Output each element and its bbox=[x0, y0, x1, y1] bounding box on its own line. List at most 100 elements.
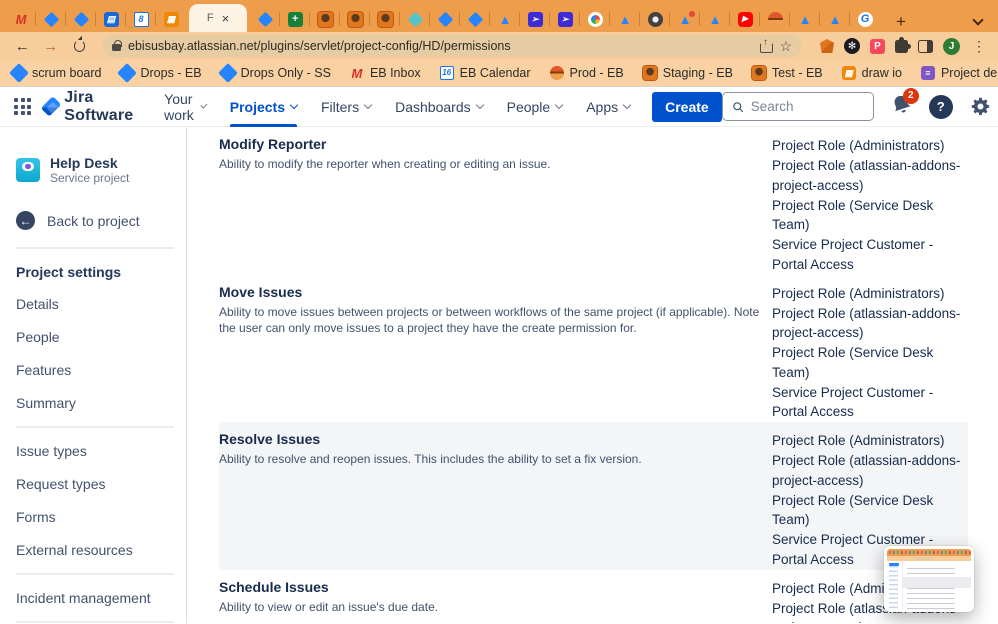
bookmark-star-icon[interactable]: ☆ bbox=[779, 38, 792, 55]
sidebar-item[interactable]: External resources bbox=[16, 533, 170, 566]
bookmark-item[interactable]: Test - EB bbox=[750, 65, 823, 81]
browser-tab[interactable] bbox=[819, 6, 850, 32]
sidebar-item[interactable]: Summary bbox=[16, 386, 170, 419]
browser-tab[interactable] bbox=[339, 6, 370, 32]
bookmark-item[interactable]: Prod - EB bbox=[549, 66, 624, 80]
nav-item-label: Apps bbox=[586, 98, 619, 115]
new-tab-button[interactable]: + bbox=[890, 12, 912, 32]
browser-tab[interactable] bbox=[759, 6, 790, 32]
browser-menu-icon[interactable]: ⋮ bbox=[972, 38, 986, 55]
create-button[interactable]: Create bbox=[652, 91, 722, 122]
bookmark-favicon bbox=[217, 63, 238, 83]
screenshot-preview-popup[interactable] bbox=[884, 546, 974, 612]
bookmark-item[interactable]: EB Calendar bbox=[439, 66, 531, 80]
project-header[interactable]: Help Desk Service project bbox=[16, 155, 170, 185]
browser-tab[interactable] bbox=[489, 6, 520, 32]
browser-tab[interactable] bbox=[639, 6, 670, 32]
bookmark-item[interactable]: draw io bbox=[841, 66, 902, 80]
permission-row[interactable]: Schedule Issues Ability to view or edit … bbox=[219, 570, 968, 624]
extension-snowflake-icon[interactable] bbox=[844, 38, 861, 54]
nav-item-label: Projects bbox=[229, 98, 285, 115]
bookmark-item[interactable]: Drops - EB bbox=[117, 63, 202, 83]
sidebar-item[interactable]: Incident management bbox=[16, 581, 170, 614]
bookmark-label: EB Inbox bbox=[369, 66, 421, 80]
metamask-icon[interactable] bbox=[820, 39, 835, 53]
nav-item[interactable]: Apps bbox=[586, 87, 632, 127]
sidebar-item[interactable]: Forms bbox=[16, 500, 170, 533]
bookmark-item[interactable]: Project deliverabl... bbox=[920, 66, 998, 80]
project-name: Help Desk bbox=[50, 155, 118, 171]
help-button[interactable]: ? bbox=[928, 94, 953, 119]
browser-tab[interactable] bbox=[6, 6, 36, 32]
permission-row[interactable]: Resolve Issues Ability to resolve and re… bbox=[219, 422, 968, 570]
settings-gear-icon[interactable] bbox=[970, 96, 991, 117]
jira-header: Jira Software Your work Projects Filters… bbox=[0, 87, 998, 127]
side-panel-icon[interactable] bbox=[918, 39, 934, 53]
browser-tab[interactable] bbox=[699, 6, 730, 32]
back-to-project[interactable]: ← Back to project bbox=[16, 211, 170, 231]
browser-tab[interactable] bbox=[279, 6, 310, 32]
jira-logo[interactable]: Jira Software bbox=[40, 89, 138, 125]
nav-item[interactable]: Filters bbox=[321, 87, 373, 127]
browser-tab[interactable] bbox=[549, 6, 580, 32]
browser-tab[interactable] bbox=[95, 6, 126, 32]
tab-favicon bbox=[103, 11, 119, 27]
bookmark-item[interactable]: scrum board bbox=[9, 63, 101, 83]
bookmark-label: Prod - EB bbox=[569, 66, 624, 80]
permission-text: Schedule Issues Ability to view or edit … bbox=[219, 579, 768, 615]
browser-tab[interactable] bbox=[519, 6, 550, 32]
browser-tab[interactable] bbox=[429, 6, 460, 32]
active-tab[interactable]: F × bbox=[189, 4, 247, 32]
bookmark-item[interactable]: EB Inbox bbox=[350, 66, 421, 80]
share-icon[interactable] bbox=[759, 37, 774, 53]
permission-row[interactable]: Move Issues Ability to move issues betwe… bbox=[219, 275, 968, 423]
notifications-button[interactable]: 2 bbox=[891, 87, 919, 120]
browser-tab[interactable] bbox=[309, 6, 340, 32]
bookmark-favicon bbox=[117, 63, 138, 83]
bookmark-label: EB Calendar bbox=[459, 66, 531, 80]
tab-favicon bbox=[407, 11, 423, 27]
browser-tab[interactable] bbox=[669, 6, 700, 32]
browser-tab[interactable] bbox=[459, 6, 490, 32]
browser-tab[interactable] bbox=[729, 6, 760, 32]
sidebar-item[interactable]: People bbox=[16, 320, 170, 353]
browser-tab[interactable] bbox=[125, 6, 156, 32]
nav-item[interactable]: Dashboards bbox=[395, 87, 484, 127]
browser-tab[interactable] bbox=[250, 6, 280, 32]
browser-tab[interactable] bbox=[369, 6, 400, 32]
extensions-puzzle-icon[interactable] bbox=[895, 36, 912, 53]
sidebar-item[interactable]: Issue types bbox=[16, 434, 170, 467]
back-button[interactable]: ← bbox=[12, 38, 32, 55]
browser-tab[interactable] bbox=[609, 6, 640, 32]
app-switcher-icon[interactable] bbox=[14, 98, 31, 115]
nav-item[interactable]: Projects bbox=[229, 87, 299, 127]
lock-icon[interactable] bbox=[112, 40, 122, 51]
browser-tab[interactable] bbox=[579, 6, 610, 32]
tab-close-icon[interactable]: × bbox=[222, 11, 230, 26]
nav-item[interactable]: People bbox=[507, 87, 564, 127]
permission-text: Resolve Issues Ability to resolve and re… bbox=[219, 431, 768, 467]
tab-search-chevron-icon[interactable] bbox=[972, 14, 984, 26]
nav-item[interactable]: Your work bbox=[164, 87, 208, 127]
browser-tab[interactable] bbox=[155, 6, 186, 32]
search-box[interactable] bbox=[721, 92, 874, 121]
forward-button[interactable]: → bbox=[40, 38, 60, 55]
sidebar-item[interactable]: Features bbox=[16, 353, 170, 386]
sidebar-item[interactable]: Details bbox=[16, 287, 170, 320]
url-text[interactable]: ebisusbay.atlassian.net/plugins/servlet/… bbox=[128, 39, 752, 53]
chrome-profile-avatar[interactable]: J bbox=[943, 37, 961, 55]
browser-tab[interactable] bbox=[35, 6, 66, 32]
browser-tab[interactable] bbox=[789, 6, 820, 32]
browser-tab[interactable] bbox=[65, 6, 96, 32]
browser-tab[interactable] bbox=[399, 6, 430, 32]
bookmark-item[interactable]: Staging - EB bbox=[641, 65, 733, 81]
browser-tab[interactable] bbox=[849, 6, 880, 32]
permission-row[interactable]: Modify Reporter Ability to modify the re… bbox=[219, 127, 968, 275]
extension-p-icon[interactable] bbox=[870, 38, 886, 54]
sidebar-item[interactable]: Request types bbox=[16, 467, 170, 500]
search-input[interactable] bbox=[750, 99, 864, 114]
bookmark-item[interactable]: Drops Only - SS bbox=[217, 63, 331, 83]
address-bar[interactable]: ebisusbay.atlassian.net/plugins/servlet/… bbox=[102, 35, 803, 57]
tab-favicon bbox=[647, 11, 663, 27]
reload-button[interactable] bbox=[73, 40, 86, 52]
